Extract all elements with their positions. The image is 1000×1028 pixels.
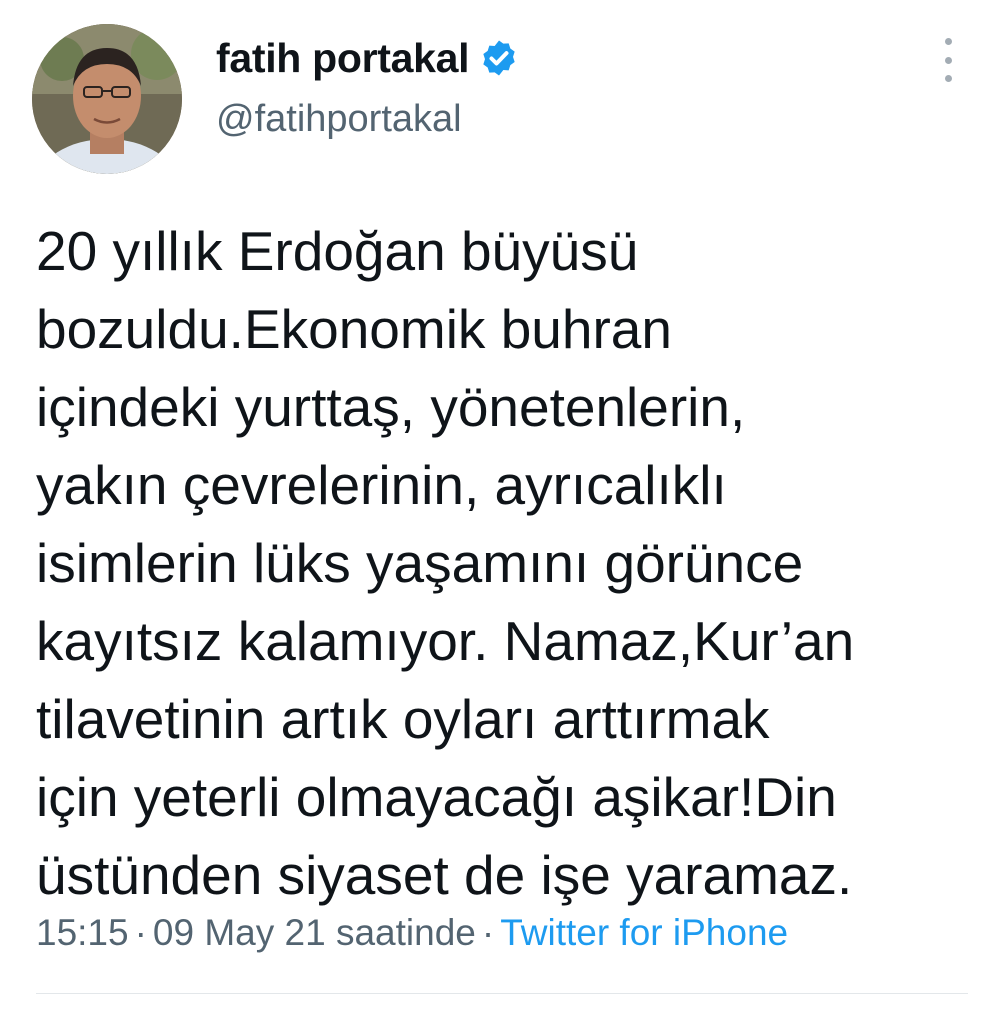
tweet-meta: 15:15 · 09 May 21 saatinde · Twitter for iPh… bbox=[36, 912, 788, 954]
tweet-text: 20 yıllık Erdoğan büyüsü bozuldu.Ekonomi… bbox=[36, 212, 966, 914]
meta-separator: · bbox=[134, 912, 147, 953]
tweet-line: içindeki yurttaş, yönetenlerin, bbox=[36, 376, 746, 438]
display-name[interactable]: fatih portakal bbox=[216, 35, 470, 82]
author-name-row[interactable]: fatih portakal bbox=[216, 30, 519, 86]
handle[interactable]: @fatihportakal bbox=[216, 98, 462, 141]
tweet-line: tilavetinin artık oyları arttırmak bbox=[36, 688, 770, 750]
tweet-date[interactable]: 09 May 21 saatinde bbox=[153, 912, 476, 953]
tweet-line: kayıtsız kalamıyor. Namaz,Kur’an bbox=[36, 610, 855, 672]
tweet-source-link[interactable]: Twitter for iPhone bbox=[500, 912, 788, 953]
avatar[interactable] bbox=[32, 24, 182, 174]
tweet-line: bozuldu.Ekonomik buhran bbox=[36, 298, 672, 360]
tweet-line: 20 yıllık Erdoğan büyüsü bbox=[36, 220, 639, 282]
profile-photo bbox=[32, 24, 182, 174]
tweet-time[interactable]: 15:15 bbox=[36, 912, 129, 953]
tweet-line: isimlerin lüks yaşamını görünce bbox=[36, 532, 804, 594]
more-vertical-icon[interactable] bbox=[936, 38, 960, 82]
divider bbox=[36, 993, 968, 994]
tweet-line: üstünden siyaset de işe yaramaz. bbox=[36, 844, 853, 906]
tweet-line: yakın çevrelerinin, ayrıcalıklı bbox=[36, 454, 727, 516]
meta-separator: · bbox=[481, 912, 495, 953]
tweet-line: için yeterli olmayacağı aşikar!Din bbox=[36, 766, 837, 828]
verified-badge-icon bbox=[483, 40, 515, 76]
